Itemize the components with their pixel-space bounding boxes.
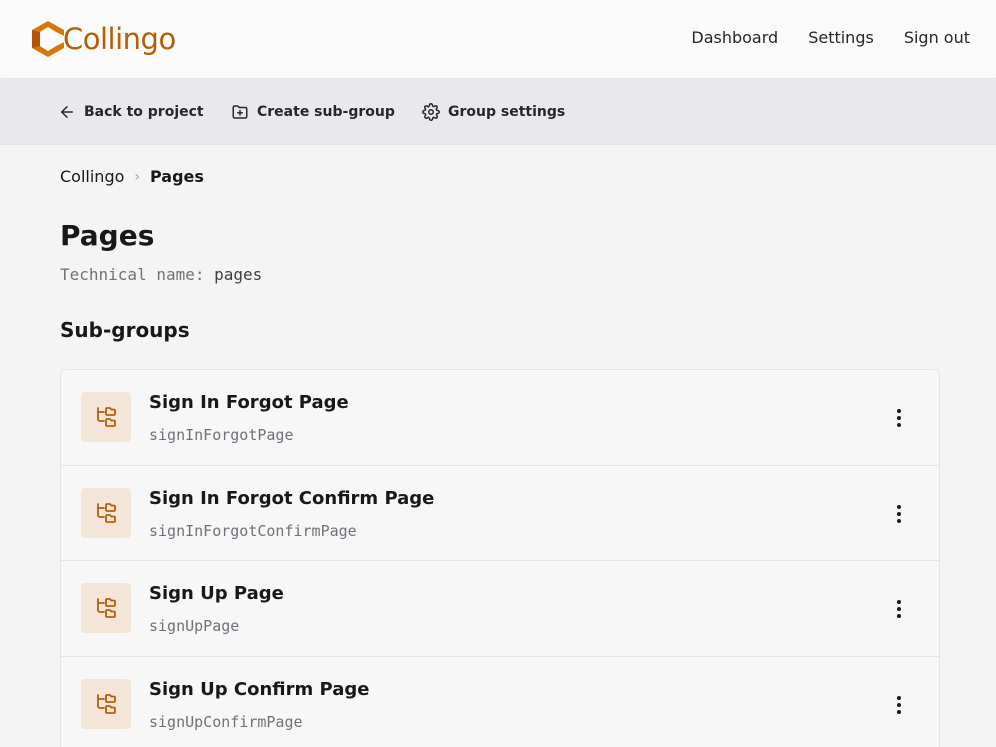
subgroups-list: Sign In Forgot Page signInForgotPage Sig…: [60, 369, 940, 747]
create-subgroup-button[interactable]: Create sub-group: [231, 102, 395, 122]
subgroup-icon-box: [81, 392, 131, 442]
back-to-project-button[interactable]: Back to project: [58, 102, 204, 122]
more-vertical-icon[interactable]: [889, 597, 909, 621]
subgroup-name[interactable]: Sign In Forgot Page: [149, 392, 349, 413]
more-vertical-icon[interactable]: [889, 406, 909, 430]
folder-tree-icon: [97, 502, 116, 523]
breadcrumb: Collingo › Pages: [60, 167, 204, 186]
technical-name: Technical name: pages: [60, 265, 262, 284]
subgroup-technical-name: signUpConfirmPage: [149, 712, 303, 731]
page-title: Pages: [60, 219, 155, 252]
subgroup-name[interactable]: Sign Up Confirm Page: [149, 679, 369, 700]
subgroup-icon-box: [81, 583, 131, 633]
subgroup-technical-name: signInForgotConfirmPage: [149, 521, 357, 540]
brand-name: Collingo: [63, 22, 176, 56]
group-settings-label: Group settings: [448, 104, 566, 120]
more-vertical-icon[interactable]: [889, 502, 909, 526]
top-nav: Dashboard Settings Sign out: [691, 27, 970, 49]
nav-dashboard-link[interactable]: Dashboard: [691, 27, 778, 49]
create-subgroup-label: Create sub-group: [257, 104, 395, 120]
nav-signout-link[interactable]: Sign out: [904, 27, 970, 49]
nav-settings-link[interactable]: Settings: [808, 27, 874, 49]
subgroup-icon-box: [81, 487, 131, 538]
folder-tree-icon: [97, 407, 116, 427]
breadcrumb-root-link[interactable]: Collingo: [60, 167, 124, 186]
gear-icon: [422, 103, 440, 121]
subgroup-row[interactable]: Sign Up Confirm Page signUpConfirmPage: [61, 657, 939, 747]
collingo-logo-icon: [32, 21, 64, 57]
back-to-project-label: Back to project: [84, 104, 204, 120]
chevron-right-icon: ›: [134, 168, 140, 185]
subgroup-row[interactable]: Sign In Forgot Confirm Page signInForgot…: [61, 466, 939, 561]
folder-plus-icon: [232, 105, 248, 119]
technical-name-value: pages: [214, 265, 263, 284]
action-bar: Back to project Create sub-group Group s…: [0, 80, 996, 145]
collingo-logo[interactable]: Collingo: [30, 19, 176, 59]
subgroup-name[interactable]: Sign In Forgot Confirm Page: [149, 488, 434, 509]
folder-tree-icon: [97, 598, 116, 618]
top-navbar: Collingo Dashboard Settings Sign out: [0, 0, 996, 79]
folder-tree-icon: [97, 693, 116, 714]
subgroup-technical-name: signUpPage: [149, 617, 240, 635]
subgroup-row[interactable]: Sign In Forgot Page signInForgotPage: [61, 370, 939, 466]
subgroup-icon-box: [81, 678, 131, 729]
breadcrumb-current: Pages: [150, 167, 204, 186]
group-settings-button[interactable]: Group settings: [422, 102, 565, 122]
subgroups-heading: Sub-groups: [60, 318, 190, 342]
subgroup-name[interactable]: Sign Up Page: [149, 583, 284, 604]
technical-name-label: Technical name:: [60, 265, 205, 284]
subgroup-row[interactable]: Sign Up Page signUpPage: [61, 561, 939, 657]
arrow-left-icon: [61, 106, 73, 118]
subgroup-technical-name: signInForgotPage: [149, 426, 294, 444]
more-vertical-icon[interactable]: [889, 693, 909, 717]
